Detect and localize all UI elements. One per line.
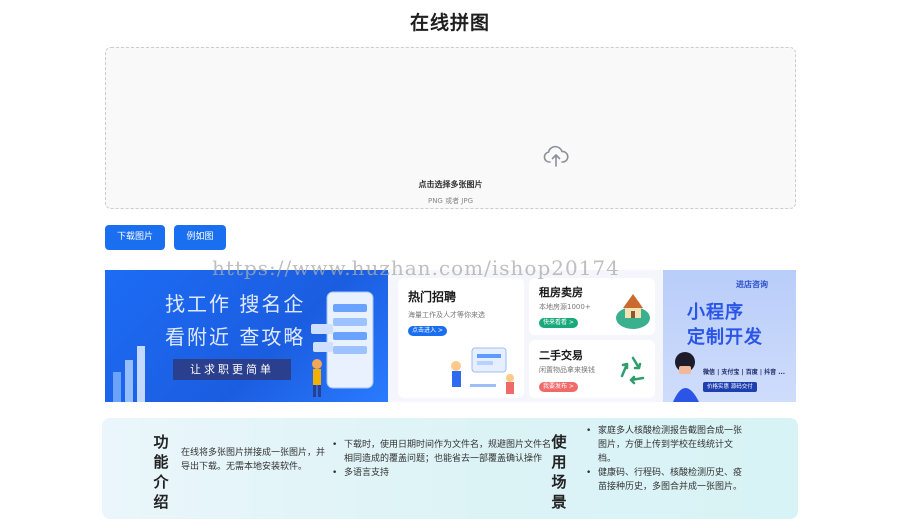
house-island-icon: [616, 294, 650, 329]
card-hot-enter-button[interactable]: 点击进入 >: [408, 326, 447, 336]
card-hot-title: 热门招聘: [408, 290, 457, 304]
card-second-hand[interactable]: 二手交易 闲置物品拿来换钱 我要发布 >: [529, 340, 655, 398]
phone-illustration: [311, 291, 374, 397]
upload-format-hint: PNG 或者 JPG: [427, 197, 474, 205]
card-hot-subtitle: 海量工作及人才等你来选: [408, 311, 485, 319]
card-rent-title: 租房卖房: [539, 286, 583, 299]
scenario-list: 家庭多人核酸检测报告截图合成一张图片，方便上传到学校在线统计文档。 健康码、行程…: [584, 424, 744, 494]
ad-jobs-line-1: 找工作 搜名企: [165, 292, 306, 316]
list-item: 健康码、行程码、核酸检测历史、疫苗接种历史，多图合并成一张图片。: [584, 466, 744, 494]
ad-mini-tag: 进店咨询: [736, 280, 768, 289]
info-panel: 功能介绍 在线将多张图片拼接成一张图片，并导出下载。无需本地安装软件。 下载时，…: [102, 418, 798, 519]
ad-banner-jobs[interactable]: 找工作 搜名企 看附近 查攻略 让求职更简单: [105, 270, 388, 402]
card-rent-subtitle: 本地房源1000+: [539, 303, 591, 311]
feature-list: 下载时，使用日期时间作为文件名，规避图片文件名相同造成的覆盖问题；也能省去一部覆…: [330, 438, 552, 480]
ad-mini-line-1: 小程序: [687, 302, 744, 323]
cloud-upload-icon: [543, 145, 569, 167]
bar-chart-illustration: [113, 346, 145, 402]
ad-banner-services[interactable]: 热门招聘 海量工作及人才等你来选 点击进入 > 租房卖房 本地房源1000+ 快…: [388, 270, 663, 402]
page-title: 在线拼图: [409, 12, 490, 34]
card-hot-jobs[interactable]: 热门招聘 海量工作及人才等你来选 点击进入 >: [398, 278, 524, 398]
person-phone-illustration: [673, 352, 699, 402]
download-button[interactable]: 下载图片: [105, 225, 165, 250]
ad-jobs-slogan: 让求职更简单: [173, 359, 291, 380]
upload-dropzone[interactable]: 点击选择多张图片 PNG 或者 JPG: [105, 47, 796, 209]
card-rent-button[interactable]: 快来看看 >: [539, 318, 578, 328]
list-item: 家庭多人核酸检测报告截图合成一张图片，方便上传到学校在线统计文档。: [584, 424, 744, 466]
feature-intro: 在线将多张图片拼接成一张图片，并导出下载。无需本地安装软件。: [181, 448, 326, 472]
card-rent-house[interactable]: 租房卖房 本地房源1000+ 快来看看 >: [529, 278, 655, 335]
upload-hint: 点击选择多张图片: [418, 180, 483, 189]
ad-mini-footer: 价格实惠 源码交付: [703, 382, 757, 392]
card-used-title: 二手交易: [539, 349, 583, 362]
feature-heading: 功能介绍: [153, 433, 169, 511]
ad-jobs-line-2: 看附近 查攻略: [165, 325, 306, 349]
example-button[interactable]: 例如图: [174, 225, 226, 250]
scenario-heading: 使用场景: [551, 433, 567, 511]
list-item: 下载时，使用日期时间作为文件名，规避图片文件名相同造成的覆盖问题；也能省去一部覆…: [330, 438, 552, 466]
ad-banner-miniprogram[interactable]: 进店咨询 小程序 定制开发 微信 | 支付宝 | 百度 | 抖音 ... 价格实…: [663, 270, 796, 402]
recycle-icon: [620, 356, 645, 385]
ad-mini-platforms: 微信 | 支付宝 | 百度 | 抖音 ...: [703, 369, 786, 376]
card-used-button[interactable]: 我要发布 >: [539, 382, 578, 392]
card-used-subtitle: 闲置物品拿来换钱: [539, 366, 595, 374]
office-illustration: [451, 347, 514, 394]
list-item: 多语言支持: [330, 466, 552, 480]
